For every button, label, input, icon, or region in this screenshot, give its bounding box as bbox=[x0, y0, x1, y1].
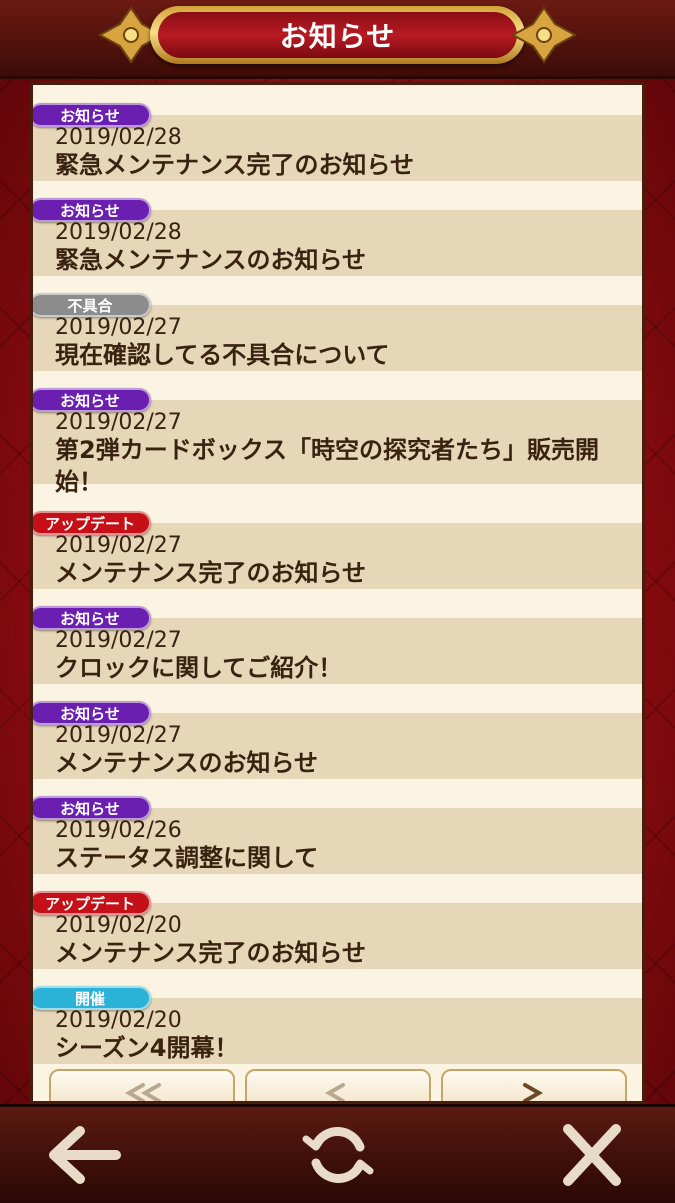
ornament-right-icon bbox=[510, 6, 578, 64]
news-category-badge: お知らせ bbox=[33, 796, 151, 820]
news-date: 2019/02/27 bbox=[55, 533, 182, 558]
refresh-icon bbox=[302, 1127, 374, 1183]
news-title: 第2弾カードボックス「時空の探究者たち」販売開始！ bbox=[55, 436, 599, 496]
news-title: ステータス調整に関して bbox=[55, 844, 319, 872]
news-category-badge: 不具合 bbox=[33, 293, 151, 317]
news-item[interactable]: お知らせ 2019/02/28 緊急メンテナンスのお知らせ bbox=[33, 198, 642, 276]
next-page-button[interactable] bbox=[441, 1069, 627, 1101]
news-item[interactable]: アップデート 2019/02/27 メンテナンス完了のお知らせ bbox=[33, 511, 642, 589]
refresh-button[interactable] bbox=[298, 1117, 378, 1193]
news-date: 2019/02/27 bbox=[55, 628, 182, 653]
news-date: 2019/02/26 bbox=[55, 818, 182, 843]
prev-page-button[interactable] bbox=[245, 1069, 431, 1101]
news-category-badge: お知らせ bbox=[33, 103, 151, 127]
footer-bar bbox=[0, 1104, 675, 1203]
news-date: 2019/02/20 bbox=[55, 913, 182, 938]
news-item[interactable]: アップデート 2019/02/20 メンテナンス完了のお知らせ bbox=[33, 891, 642, 969]
news-category-badge: お知らせ bbox=[33, 606, 151, 630]
title-plate: お知らせ bbox=[150, 6, 525, 64]
header-bar: お知らせ bbox=[0, 0, 675, 79]
news-panel[interactable]: お知らせ 2019/02/28 緊急メンテナンス完了のお知らせ お知らせ 2019/02… bbox=[30, 82, 645, 1104]
news-category-badge: アップデート bbox=[33, 511, 151, 535]
news-item[interactable]: お知らせ 2019/02/27 クロックに関してご紹介！ bbox=[33, 606, 642, 684]
news-title: 現在確認してる不具合について bbox=[55, 341, 390, 369]
news-title: メンテナンスのお知らせ bbox=[55, 749, 319, 777]
page-title: お知らせ bbox=[158, 12, 517, 58]
news-date: 2019/02/27 bbox=[55, 410, 182, 435]
first-page-button[interactable] bbox=[49, 1069, 235, 1101]
chevron-left-icon bbox=[324, 1083, 345, 1101]
news-category-badge: お知らせ bbox=[33, 198, 151, 222]
news-item[interactable]: 不具合 2019/02/27 現在確認してる不具合について bbox=[33, 293, 642, 371]
close-button[interactable] bbox=[552, 1117, 632, 1193]
news-item[interactable]: お知らせ 2019/02/27 メンテナンスのお知らせ bbox=[33, 701, 642, 779]
news-date: 2019/02/20 bbox=[55, 1008, 182, 1033]
news-title: シーズン4開幕！ bbox=[55, 1034, 239, 1062]
news-date: 2019/02/27 bbox=[55, 723, 182, 748]
news-title: メンテナンス完了のお知らせ bbox=[55, 559, 367, 587]
close-icon bbox=[563, 1124, 621, 1186]
news-category-badge: お知らせ bbox=[33, 388, 151, 412]
news-title: 緊急メンテナンス完了のお知らせ bbox=[55, 151, 415, 179]
news-item[interactable]: お知らせ 2019/02/27 第2弾カードボックス「時空の探究者たち」販売開始！ bbox=[33, 388, 642, 496]
news-title: メンテナンス完了のお知らせ bbox=[55, 939, 367, 967]
chevron-right-icon bbox=[523, 1083, 544, 1101]
news-category-badge: アップデート bbox=[33, 891, 151, 915]
news-item[interactable]: お知らせ 2019/02/26 ステータス調整に関して bbox=[33, 796, 642, 874]
news-category-badge: 開催 bbox=[33, 986, 151, 1010]
back-button[interactable] bbox=[44, 1117, 124, 1193]
back-arrow-icon bbox=[49, 1126, 121, 1184]
double-chevron-left-icon bbox=[124, 1083, 161, 1101]
news-date: 2019/02/27 bbox=[55, 315, 182, 340]
news-title: クロックに関してご紹介！ bbox=[55, 654, 343, 682]
news-item[interactable]: 開催 2019/02/20 シーズン4開幕！ bbox=[33, 986, 642, 1064]
news-item[interactable]: お知らせ 2019/02/28 緊急メンテナンス完了のお知らせ bbox=[33, 103, 642, 181]
news-category-badge: お知らせ bbox=[33, 701, 151, 725]
news-date: 2019/02/28 bbox=[55, 220, 182, 245]
news-title: 緊急メンテナンスのお知らせ bbox=[55, 246, 367, 274]
news-date: 2019/02/28 bbox=[55, 125, 182, 150]
